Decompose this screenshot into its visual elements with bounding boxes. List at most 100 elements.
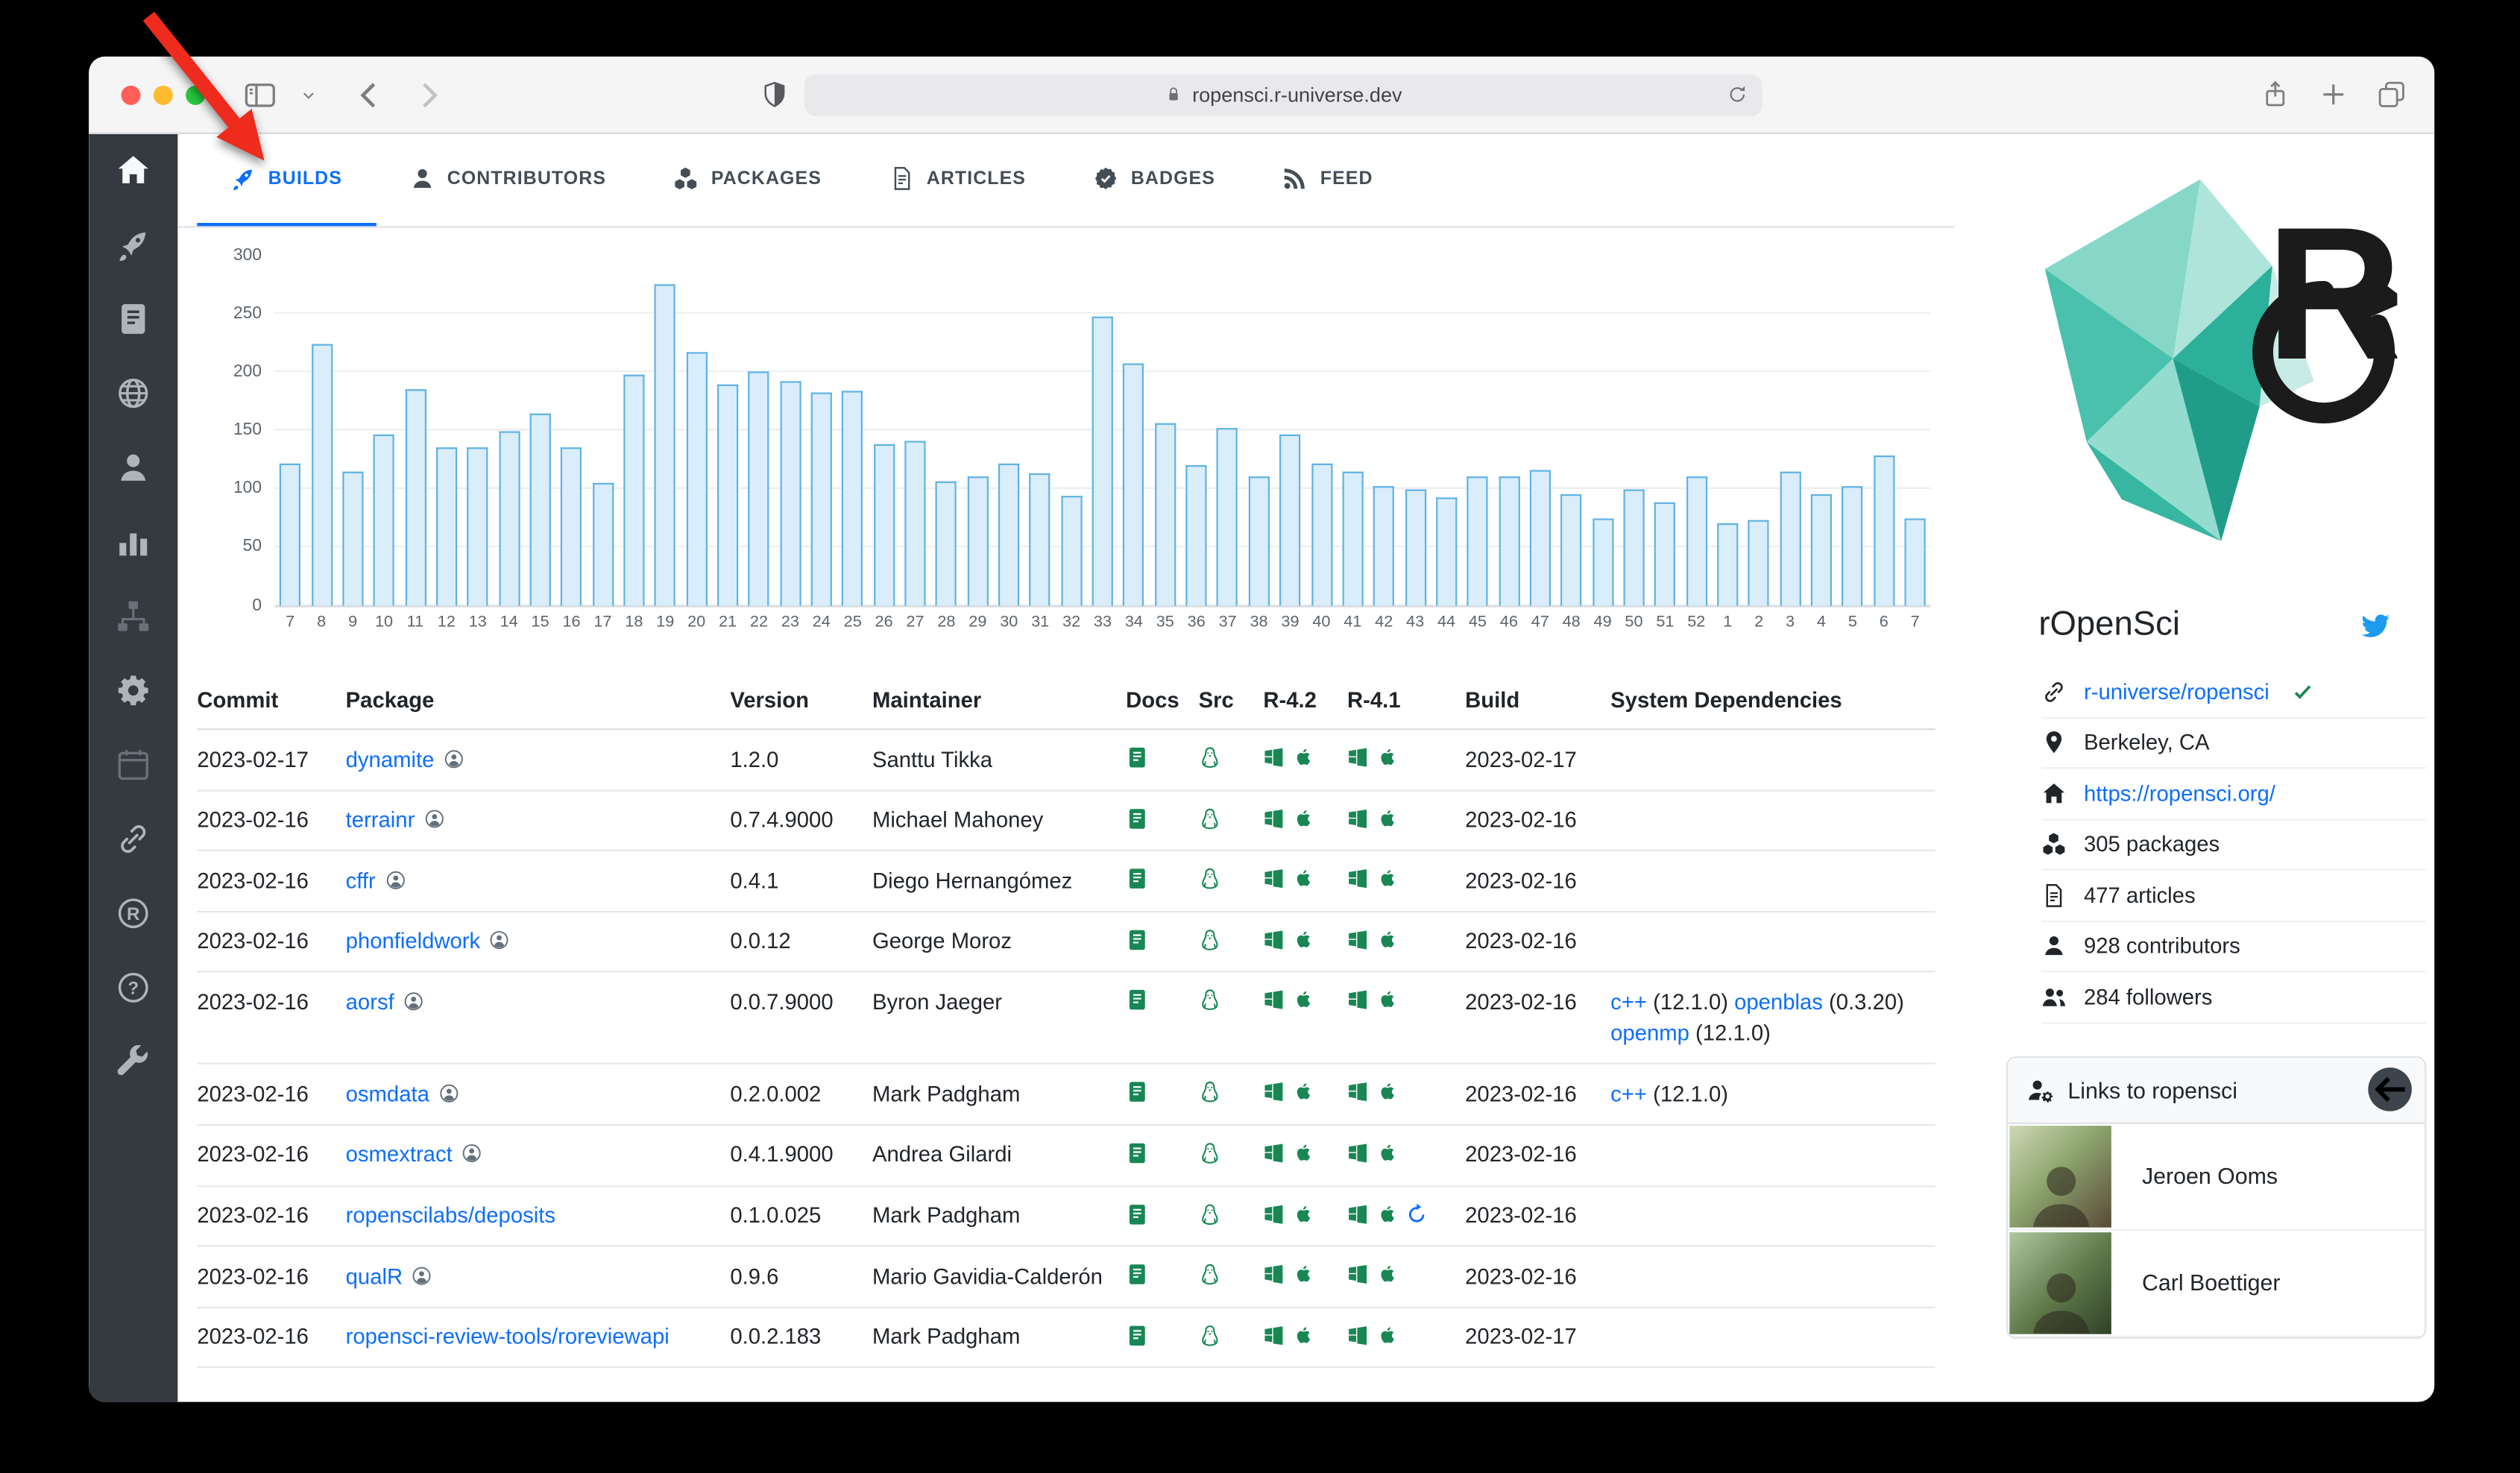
rail-item-person[interactable] bbox=[116, 451, 151, 485]
rail-item-journal[interactable] bbox=[116, 302, 151, 336]
windows-build-icon[interactable] bbox=[1347, 1142, 1368, 1163]
windows-build-icon[interactable] bbox=[1263, 1202, 1284, 1223]
mac-build-icon[interactable] bbox=[1292, 746, 1313, 767]
person-row[interactable]: Carl Boettiger bbox=[2008, 1230, 2425, 1337]
windows-build-icon[interactable] bbox=[1263, 807, 1284, 827]
reload-icon[interactable] bbox=[1727, 84, 1748, 105]
package-link[interactable]: ropenscilabs/deposits bbox=[346, 1203, 555, 1228]
mac-build-icon[interactable] bbox=[1376, 746, 1397, 767]
linux-build-icon[interactable] bbox=[1199, 746, 1221, 769]
rail-item-rocket[interactable] bbox=[116, 228, 151, 262]
rail-item-calendar[interactable] bbox=[116, 748, 151, 782]
collapse-links-button[interactable] bbox=[2368, 1067, 2412, 1111]
docs-icon[interactable] bbox=[1126, 746, 1148, 769]
docs-icon[interactable] bbox=[1126, 1263, 1148, 1285]
person-row[interactable]: Jeroen Ooms bbox=[2008, 1123, 2425, 1230]
sysdep-link[interactable]: openmp bbox=[1610, 1021, 1689, 1046]
linux-build-icon[interactable] bbox=[1199, 928, 1221, 950]
rail-item-bar-chart[interactable] bbox=[116, 525, 151, 559]
mac-build-icon[interactable] bbox=[1376, 1142, 1397, 1163]
linux-build-icon[interactable] bbox=[1199, 989, 1221, 1012]
mac-build-icon[interactable] bbox=[1376, 807, 1397, 827]
windows-build-icon[interactable] bbox=[1263, 746, 1284, 767]
windows-build-icon[interactable] bbox=[1347, 989, 1368, 1010]
windows-build-icon[interactable] bbox=[1347, 1263, 1368, 1284]
mac-build-icon[interactable] bbox=[1376, 989, 1397, 1010]
mac-build-icon[interactable] bbox=[1292, 1142, 1313, 1163]
mac-build-icon[interactable] bbox=[1292, 1081, 1313, 1102]
mac-build-icon[interactable] bbox=[1292, 868, 1313, 889]
rail-item-question[interactable]: ? bbox=[116, 971, 151, 1005]
windows-build-icon[interactable] bbox=[1347, 807, 1368, 827]
windows-build-icon[interactable] bbox=[1347, 1202, 1368, 1223]
tab-contributors[interactable]: CONTRIBUTORS bbox=[376, 134, 640, 227]
windows-build-icon[interactable] bbox=[1347, 868, 1368, 889]
package-link[interactable]: phonfieldwork bbox=[346, 929, 481, 953]
rail-item-link[interactable] bbox=[116, 822, 151, 857]
package-link[interactable]: cffr bbox=[346, 868, 376, 893]
mac-build-icon[interactable] bbox=[1376, 1263, 1397, 1284]
package-link[interactable]: terrainr bbox=[346, 807, 415, 832]
mac-build-icon[interactable] bbox=[1292, 1263, 1313, 1284]
docs-icon[interactable] bbox=[1126, 1142, 1148, 1164]
windows-build-icon[interactable] bbox=[1263, 868, 1284, 889]
tab-overview-icon[interactable] bbox=[2378, 81, 2405, 108]
builds-chart[interactable]: 050100150200250300 789101112131415161718… bbox=[274, 257, 1935, 632]
tab-packages[interactable]: PACKAGES bbox=[640, 134, 856, 227]
windows-build-icon[interactable] bbox=[1347, 1324, 1368, 1345]
linux-build-icon[interactable] bbox=[1199, 1142, 1221, 1164]
docs-icon[interactable] bbox=[1126, 868, 1148, 890]
rail-item-wrench[interactable] bbox=[116, 1045, 151, 1079]
share-icon[interactable] bbox=[2261, 81, 2289, 108]
rail-item-gear[interactable] bbox=[116, 674, 151, 708]
mac-build-icon[interactable] bbox=[1376, 1324, 1397, 1345]
mac-build-icon[interactable] bbox=[1292, 807, 1313, 827]
profile-item-text[interactable]: r-universe/ropensci bbox=[2084, 680, 2269, 704]
sysdep-link[interactable]: c++ bbox=[1610, 990, 1647, 1015]
windows-build-icon[interactable] bbox=[1347, 928, 1368, 949]
windows-build-icon[interactable] bbox=[1263, 1142, 1284, 1163]
twitter-icon[interactable] bbox=[2360, 610, 2391, 640]
linux-build-icon[interactable] bbox=[1199, 1081, 1221, 1103]
package-link[interactable]: osmextract bbox=[346, 1143, 453, 1167]
mac-build-icon[interactable] bbox=[1376, 1202, 1397, 1223]
linux-build-icon[interactable] bbox=[1199, 807, 1221, 829]
windows-build-icon[interactable] bbox=[1347, 746, 1368, 767]
new-tab-icon[interactable] bbox=[2319, 81, 2347, 108]
linux-build-icon[interactable] bbox=[1199, 1324, 1221, 1346]
profile-item-text[interactable]: https://ropensci.org/ bbox=[2084, 781, 2275, 806]
tab-feed[interactable]: FEED bbox=[1249, 134, 1407, 227]
windows-build-icon[interactable] bbox=[1263, 1081, 1284, 1102]
mac-build-icon[interactable] bbox=[1292, 1202, 1313, 1223]
docs-icon[interactable] bbox=[1126, 1081, 1148, 1103]
tab-articles[interactable]: ARTICLES bbox=[855, 134, 1059, 227]
mac-build-icon[interactable] bbox=[1292, 928, 1313, 949]
rail-item-r-universe[interactable]: R bbox=[116, 897, 151, 931]
sysdep-link[interactable]: c++ bbox=[1610, 1082, 1647, 1106]
sysdep-link[interactable]: openblas bbox=[1734, 990, 1823, 1015]
linux-build-icon[interactable] bbox=[1199, 1263, 1221, 1285]
rail-item-globe[interactable] bbox=[116, 376, 151, 411]
mac-build-icon[interactable] bbox=[1376, 1081, 1397, 1102]
windows-build-icon[interactable] bbox=[1263, 928, 1284, 949]
windows-build-icon[interactable] bbox=[1263, 989, 1284, 1010]
windows-build-icon[interactable] bbox=[1263, 1263, 1284, 1284]
package-link[interactable]: osmdata bbox=[346, 1082, 429, 1106]
windows-build-icon[interactable] bbox=[1263, 1324, 1284, 1345]
tab-badges[interactable]: BADGES bbox=[1060, 134, 1250, 227]
linux-build-icon[interactable] bbox=[1199, 868, 1221, 890]
privacy-shield-icon[interactable] bbox=[761, 81, 789, 108]
package-link[interactable]: aorsf bbox=[346, 990, 394, 1015]
docs-icon[interactable] bbox=[1126, 1324, 1148, 1346]
package-link[interactable]: ropensci-review-tools/roreviewapi bbox=[346, 1325, 670, 1349]
docs-icon[interactable] bbox=[1126, 928, 1148, 950]
rail-item-sitemap[interactable] bbox=[116, 599, 151, 634]
address-bar[interactable]: ropensci.r-universe.dev bbox=[804, 74, 1763, 116]
docs-icon[interactable] bbox=[1126, 989, 1148, 1012]
linux-build-icon[interactable] bbox=[1199, 1202, 1221, 1225]
package-link[interactable]: qualR bbox=[346, 1264, 403, 1289]
mac-build-icon[interactable] bbox=[1292, 989, 1313, 1010]
docs-icon[interactable] bbox=[1126, 1202, 1148, 1225]
package-link[interactable]: dynamite bbox=[346, 747, 435, 772]
docs-icon[interactable] bbox=[1126, 807, 1148, 829]
